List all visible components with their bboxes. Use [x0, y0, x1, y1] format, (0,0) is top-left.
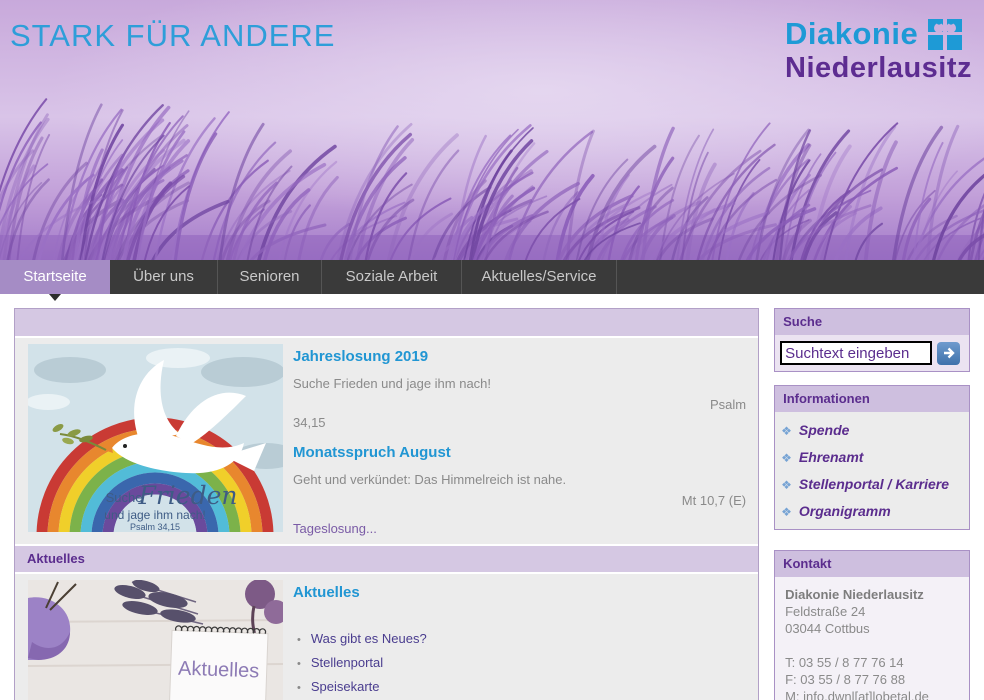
search-input[interactable]: [780, 341, 932, 365]
list-item: • Speisekarte: [293, 679, 746, 694]
informationen-box-title: Informationen: [775, 386, 969, 412]
aktuelles-title: Aktuelles: [293, 584, 746, 601]
link-was-gibt-es-neues[interactable]: Was gibt es Neues?: [311, 631, 427, 646]
link-stellenportal[interactable]: Stellenportal: [311, 655, 383, 670]
kronenkreuz-icon: [928, 19, 962, 50]
monatsspruch-title: Monatsspruch August: [293, 444, 746, 461]
svg-text:Aktuelles: Aktuelles: [178, 658, 260, 683]
logo-text-niederlausitz: Niederlausitz: [785, 53, 972, 83]
search-box-title: Suche: [775, 309, 969, 335]
aktuelles-text-column: Aktuelles • Was gibt es Neues? • Stellenpo…: [293, 580, 746, 700]
search-box: Suche: [774, 308, 970, 372]
hero-header: STARK FÜR ANDERE Diakonie Niederlausitz: [0, 0, 984, 260]
site-tagline: STARK FÜR ANDERE: [10, 18, 335, 54]
content-layout: Suche Frieden und jage ihm nach! Psalm 3…: [0, 308, 984, 700]
kontakt-phone: T: 03 55 / 8 77 76 14: [785, 654, 959, 671]
arrow-right-icon: [942, 346, 956, 360]
link-organigramm[interactable]: Organigramm: [799, 503, 891, 519]
bullet-icon: •: [297, 634, 301, 646]
monatsspruch-ref: Mt 10,7 (E): [293, 492, 746, 509]
jahreslosung-ref-1: Psalm: [293, 396, 746, 413]
link-ehrenamt[interactable]: Ehrenamt: [799, 449, 864, 465]
sidebar-item-stellenportal-karriere[interactable]: ❖ Stellenportal / Karriere: [781, 476, 963, 492]
logo-text-diakonie: Diakonie: [785, 18, 918, 51]
tab-senioren[interactable]: Senioren: [218, 260, 322, 294]
bullet-icon: •: [297, 658, 301, 670]
main-content-box: Suche Frieden und jage ihm nach! Psalm 3…: [14, 308, 759, 700]
jahreslosung-quote: Suche Frieden und jage ihm nach!: [293, 375, 746, 392]
tab-aktuelles-service[interactable]: Aktuelles/Service: [462, 260, 617, 294]
jahreslosung-ref-2: 34,15: [293, 414, 746, 431]
list-item: • Stellenportal: [293, 655, 746, 670]
diamond-bullet-icon: ❖: [781, 424, 792, 438]
tageslosung-link[interactable]: Tageslosung...: [293, 521, 746, 536]
svg-text:Psalm 34,15: Psalm 34,15: [130, 522, 180, 532]
diamond-bullet-icon: ❖: [781, 451, 792, 465]
aktuelles-panel: Aktuelles Mitteilungen Aktuelles • Was gi…: [15, 574, 758, 700]
informationen-box: Informationen ❖ Spende ❖ Ehrenamt ❖ Stel…: [774, 385, 970, 530]
kontakt-box-title: Kontakt: [775, 551, 969, 577]
page: STARK FÜR ANDERE Diakonie Niederlausitz …: [0, 0, 984, 700]
kontakt-street: Feldstraße 24: [785, 603, 959, 620]
kontakt-city: 03044 Cottbus: [785, 620, 959, 637]
link-stellenportal-karriere[interactable]: Stellenportal / Karriere: [799, 476, 949, 492]
kontakt-fax: F: 03 55 / 8 77 76 88: [785, 671, 959, 688]
svg-text:Frieden: Frieden: [138, 481, 238, 510]
diakonie-logo: Diakonie Niederlausitz: [785, 18, 972, 83]
jahreslosung-image: Suche Frieden und jage ihm nach! Psalm 3…: [28, 344, 283, 536]
link-speisekarte[interactable]: Speisekarte: [311, 679, 380, 694]
jahreslosung-panel: Suche Frieden und jage ihm nach! Psalm 3…: [15, 338, 758, 544]
aktuelles-link-list: • Was gibt es Neues? • Stellenportal • Spei…: [293, 631, 746, 700]
tab-startseite[interactable]: Startseite: [0, 260, 110, 294]
list-item: • Was gibt es Neues?: [293, 631, 746, 646]
diamond-bullet-icon: ❖: [781, 505, 792, 519]
diamond-bullet-icon: ❖: [781, 478, 792, 492]
sidebar-item-spende[interactable]: ❖ Spende: [781, 422, 963, 438]
main-navigation: Startseite Über uns Senioren Soziale Arb…: [0, 260, 984, 294]
sidebar-item-ehrenamt[interactable]: ❖ Ehrenamt: [781, 449, 963, 465]
content-top-bar: [15, 309, 758, 336]
jahreslosung-title: Jahreslosung 2019: [293, 348, 746, 365]
kontakt-name: Diakonie Niederlausitz: [785, 586, 959, 603]
search-submit-button[interactable]: [937, 342, 960, 365]
sidebar: Suche Informationen ❖ Spende: [774, 308, 970, 700]
tab-ueber-uns[interactable]: Über uns: [110, 260, 218, 294]
svg-text:und jage ihm nach!: und jage ihm nach!: [104, 508, 205, 522]
monatsspruch-quote: Geht und verkündet: Das Himmelreich ist …: [293, 471, 746, 488]
kontakt-mail: M: info.dwnl[at]lobetal.de: [785, 688, 959, 700]
tab-soziale-arbeit[interactable]: Soziale Arbeit: [322, 260, 462, 294]
bullet-icon: •: [297, 682, 301, 694]
aktuelles-section-bar: Aktuelles: [15, 546, 758, 572]
sidebar-item-organigramm[interactable]: ❖ Organigramm: [781, 503, 963, 519]
link-spende[interactable]: Spende: [799, 422, 850, 438]
losung-text-column: Jahreslosung 2019 Suche Frieden und jage…: [293, 344, 746, 536]
aktuelles-image: Aktuelles Mitteilungen: [28, 580, 283, 700]
svg-text:Suche: Suche: [106, 490, 143, 505]
kontakt-box: Kontakt Diakonie Niederlausitz Feldstraß…: [774, 550, 970, 700]
